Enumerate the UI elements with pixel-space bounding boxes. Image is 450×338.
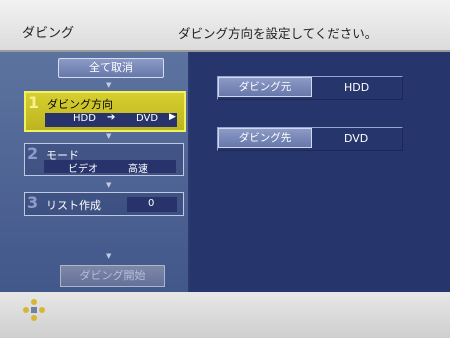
step-number: 3 [27,193,39,212]
dest-value: DVD [136,113,159,124]
screen: ダビング ダビング方向を設定してください。 全て取消 ▼ 1 ダビング方向 HD… [0,0,450,338]
list-count-box: 0 [127,197,177,212]
step-list-creation[interactable]: 3 リスト作成 0 [24,192,184,216]
dest-label: ダビング先 [218,128,312,148]
cancel-all-button[interactable]: 全て取消 [58,58,164,78]
dest-value-text: DVD [344,132,369,145]
footer [0,292,450,338]
source-panel: ダビング元 HDD [217,76,403,100]
instruction-message: ダビング方向を設定してください。 [178,26,378,41]
page-title: ダビング [22,26,75,41]
step-arrow-down-icon: ▼ [106,181,112,189]
direction-value-box: HDD ➔ DVD ▶ [45,112,177,127]
step-arrow-down-icon: ▼ [106,252,112,260]
step-dubbing-direction[interactable]: 1 ダビング方向 HDD ➔ DVD ▶ [24,91,186,132]
step-arrow-down-icon: ▼ [106,81,112,89]
header: ダビング ダビング方向を設定してください。 [0,0,450,52]
mode-value: ビデオ [68,164,98,175]
step-label: ダビング方向 [47,98,113,111]
source-value-text: HDD [344,81,370,94]
dpad-navigation-icon [23,299,45,321]
speed-value: 高速 [128,164,148,175]
source-label: ダビング元 [218,77,312,97]
start-dubbing-button[interactable]: ダビング開始 [60,265,165,287]
step-number: 1 [28,93,40,112]
next-arrow-icon: ▶ [169,112,176,122]
arrow-right-icon: ➔ [107,112,116,123]
mode-value-box: ビデオ 高速 [44,160,176,175]
step-label: リスト作成 [46,199,101,212]
source-value: HDD [73,113,96,124]
step-number: 2 [27,144,39,163]
dest-panel: ダビング先 DVD [217,127,403,151]
list-count-value: 0 [148,198,155,209]
step-arrow-down-icon: ▼ [106,132,112,140]
step-mode[interactable]: 2 モード ビデオ 高速 [24,143,184,176]
